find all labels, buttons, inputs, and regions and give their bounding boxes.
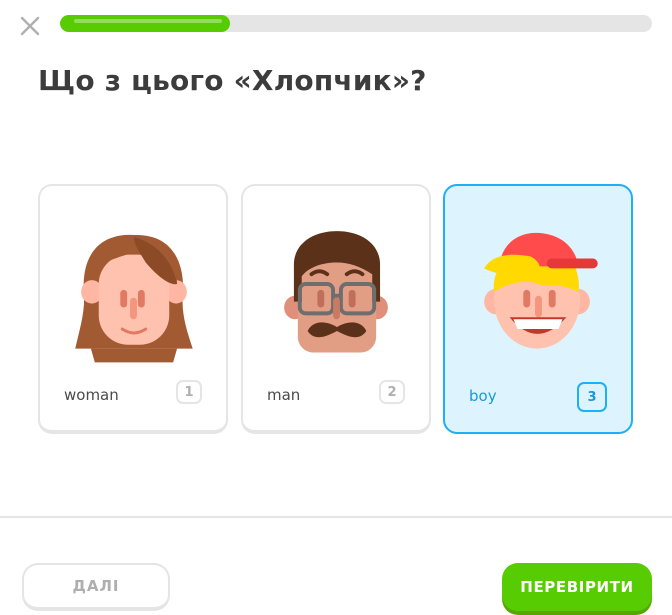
- progress-bar-fill: [60, 15, 230, 32]
- boy-face-icon: [484, 232, 598, 349]
- option-label: man: [267, 386, 301, 404]
- option-key-badge: 2: [379, 380, 405, 404]
- option-label: woman: [64, 386, 119, 404]
- check-button[interactable]: ПЕРЕВІРИТИ: [502, 563, 652, 611]
- man-face-icon: [284, 231, 388, 353]
- option-label: boy: [469, 387, 497, 405]
- option-key-badge: 1: [176, 380, 202, 404]
- option-card-woman[interactable]: woman 1: [38, 184, 228, 434]
- question-title: Що з цього «Хлопчик»?: [38, 64, 427, 97]
- close-icon: [20, 16, 40, 36]
- close-button[interactable]: [18, 14, 42, 38]
- woman-face-icon: [75, 234, 193, 363]
- option-card-boy[interactable]: boy 3: [443, 184, 633, 434]
- progress-bar: [60, 15, 652, 32]
- skip-button[interactable]: ДАЛІ: [22, 563, 170, 611]
- option-card-man[interactable]: man 2: [241, 184, 431, 434]
- progress-bar-shine: [74, 19, 222, 23]
- footer-divider: [0, 516, 672, 518]
- option-key-badge: 3: [577, 382, 607, 412]
